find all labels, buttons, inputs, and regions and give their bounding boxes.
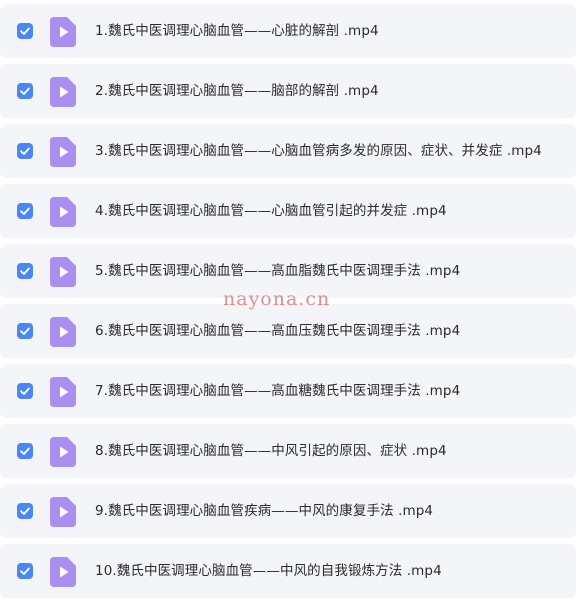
file-name: 6.魏氏中医调理心脑血管——高血压魏氏中医调理手法 .mp4	[95, 323, 461, 339]
video-file-icon	[50, 377, 76, 407]
file-row[interactable]: 9.魏氏中医调理心脑血管疾病——中风的康复手法 .mp4	[0, 484, 576, 538]
video-file-icon	[50, 197, 76, 227]
video-file-icon	[50, 437, 76, 467]
file-row[interactable]: 2.魏氏中医调理心脑血管——脑部的解剖 .mp4	[0, 64, 576, 118]
watermark-text: nayona.cn	[223, 288, 331, 310]
file-name: 10.魏氏中医调理心脑血管——中风的自我锻炼方法 .mp4	[95, 563, 442, 579]
file-name: 3.魏氏中医调理心脑血管——心脑血管病多发的原因、症状、并发症 .mp4	[95, 143, 542, 159]
video-file-icon	[50, 497, 76, 527]
video-file-icon	[50, 317, 76, 347]
checkbox-checked-icon[interactable]	[17, 263, 33, 279]
file-row[interactable]: 7.魏氏中医调理心脑血管——高血糖魏氏中医调理手法 .mp4	[0, 364, 576, 418]
video-file-icon	[50, 17, 76, 47]
checkbox-checked-icon[interactable]	[17, 23, 33, 39]
checkbox-checked-icon[interactable]	[17, 383, 33, 399]
checkbox-checked-icon[interactable]	[17, 443, 33, 459]
file-name: 5.魏氏中医调理心脑血管——高血脂魏氏中医调理手法 .mp4	[95, 263, 461, 279]
checkbox-checked-icon[interactable]	[17, 83, 33, 99]
checkbox-checked-icon[interactable]	[17, 143, 33, 159]
file-name: 4.魏氏中医调理心脑血管——心脑血管引起的并发症 .mp4	[95, 203, 447, 219]
file-row[interactable]: 1.魏氏中医调理心脑血管——心脏的解剖 .mp4	[0, 4, 576, 58]
file-name: 9.魏氏中医调理心脑血管疾病——中风的康复手法 .mp4	[95, 503, 434, 519]
file-row[interactable]: 3.魏氏中医调理心脑血管——心脑血管病多发的原因、症状、并发症 .mp4	[0, 124, 576, 178]
file-name: 8.魏氏中医调理心脑血管——中风引起的原因、症状 .mp4	[95, 443, 447, 459]
video-file-icon	[50, 77, 76, 107]
video-file-icon	[50, 557, 76, 587]
checkbox-checked-icon[interactable]	[17, 563, 33, 579]
video-file-icon	[50, 257, 76, 287]
file-row[interactable]: 4.魏氏中医调理心脑血管——心脑血管引起的并发症 .mp4	[0, 184, 576, 238]
file-row[interactable]: 8.魏氏中医调理心脑血管——中风引起的原因、症状 .mp4	[0, 424, 576, 478]
video-file-icon	[50, 137, 76, 167]
file-row[interactable]: 6.魏氏中医调理心脑血管——高血压魏氏中医调理手法 .mp4	[0, 304, 576, 358]
checkbox-checked-icon[interactable]	[17, 203, 33, 219]
file-row[interactable]: 10.魏氏中医调理心脑血管——中风的自我锻炼方法 .mp4	[0, 544, 576, 598]
checkbox-checked-icon[interactable]	[17, 503, 33, 519]
file-name: 1.魏氏中医调理心脑血管——心脏的解剖 .mp4	[95, 23, 379, 39]
checkbox-checked-icon[interactable]	[17, 323, 33, 339]
file-name: 2.魏氏中医调理心脑血管——脑部的解剖 .mp4	[95, 83, 379, 99]
file-name: 7.魏氏中医调理心脑血管——高血糖魏氏中医调理手法 .mp4	[95, 383, 461, 399]
